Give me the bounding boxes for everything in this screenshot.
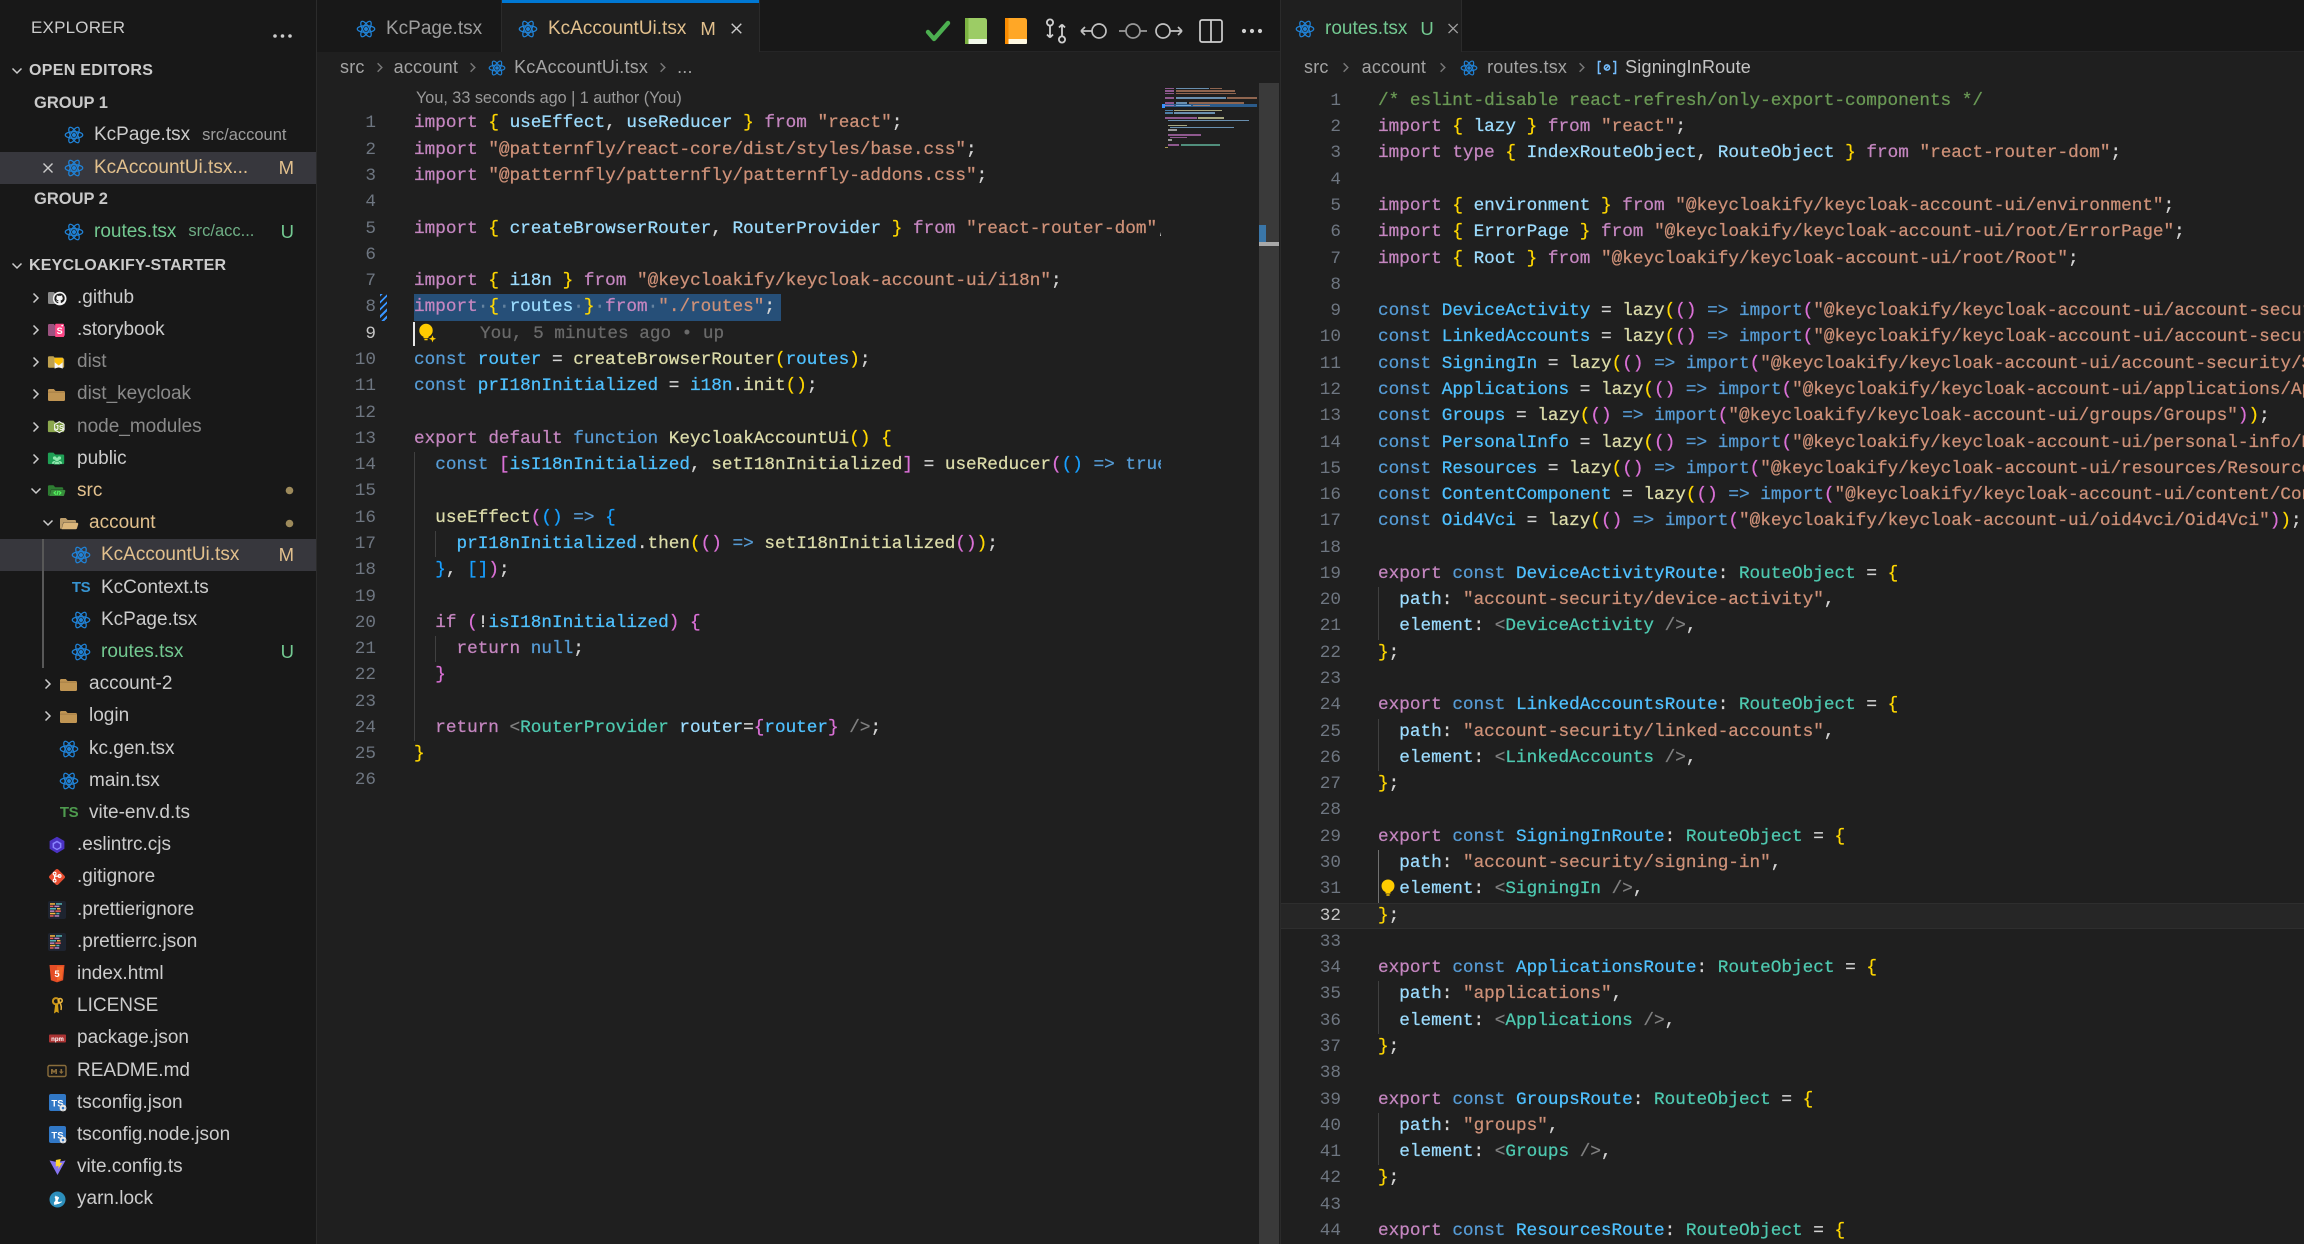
svg-text:5: 5 <box>54 969 60 980</box>
svg-text:npm: npm <box>51 1037 64 1043</box>
svg-text:JS: JS <box>55 423 64 432</box>
svg-text:S: S <box>57 326 63 336</box>
